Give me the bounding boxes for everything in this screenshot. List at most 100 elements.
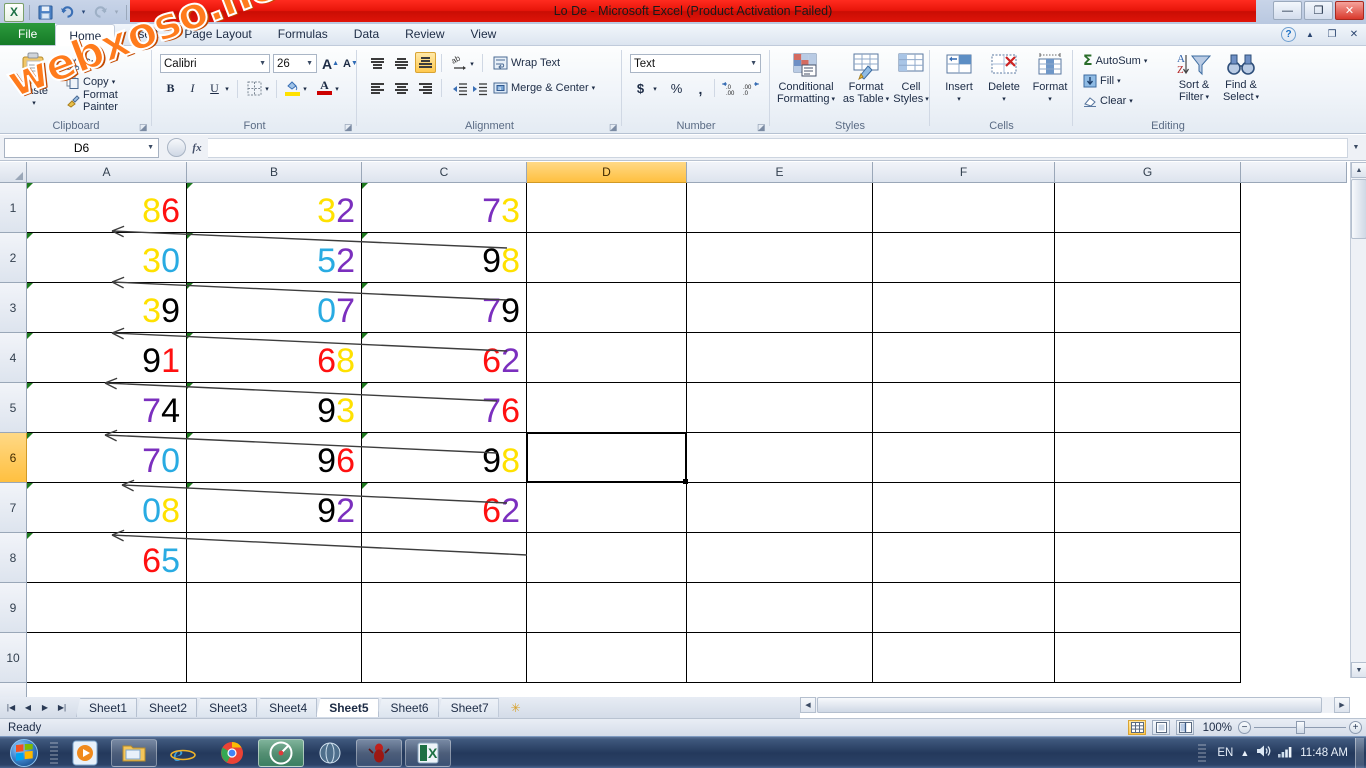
scroll-up-icon[interactable]: ▲ <box>1351 162 1366 178</box>
restore-button[interactable]: ❐ <box>1304 1 1333 20</box>
vertical-scroll-thumb[interactable] <box>1351 179 1366 239</box>
comma-style-button[interactable]: , <box>690 78 711 99</box>
cell-F5[interactable] <box>873 383 1055 433</box>
view-normal-button[interactable] <box>1128 720 1146 735</box>
tab-home[interactable]: Home <box>55 24 116 46</box>
sheet-tab-sheet4[interactable]: Sheet4 <box>256 698 318 717</box>
zoom-thumb[interactable] <box>1296 721 1305 734</box>
network-icon[interactable] <box>1278 745 1293 761</box>
cell-D6[interactable] <box>527 433 687 483</box>
show-hidden-icons-icon[interactable]: ▲ <box>1240 748 1249 758</box>
cell-G6[interactable] <box>1055 433 1241 483</box>
row-header-8[interactable]: 8 <box>0 533 27 583</box>
ant-app-icon[interactable] <box>356 738 402 767</box>
cell-E4[interactable] <box>687 333 873 383</box>
cell-F8[interactable] <box>873 533 1055 583</box>
row-header-5[interactable]: 5 <box>0 383 27 433</box>
column-header-e[interactable]: E <box>687 162 873 183</box>
align-right-button[interactable] <box>415 78 436 99</box>
cell-D5[interactable] <box>527 383 687 433</box>
cell-C6[interactable]: 98 <box>362 433 527 483</box>
vertical-scrollbar[interactable]: ▲ ▼ <box>1350 162 1366 678</box>
column-header-d[interactable]: D <box>527 162 687 183</box>
alignment-dialog-launcher[interactable]: ◪ <box>609 122 618 132</box>
save-icon[interactable] <box>35 2 55 22</box>
percent-button[interactable]: % <box>666 78 687 99</box>
bold-button[interactable]: B <box>160 78 181 99</box>
zoom-slider[interactable]: − + <box>1238 721 1362 734</box>
tab-view[interactable]: View <box>458 23 510 45</box>
delete-cells-button[interactable]: Delete ▾ <box>982 52 1026 105</box>
chevron-down-icon[interactable]: ▾ <box>886 94 890 106</box>
bottom-align-button[interactable] <box>415 52 436 73</box>
start-button[interactable] <box>2 738 46 768</box>
cell-E7[interactable] <box>687 483 873 533</box>
cell-B8[interactable] <box>187 533 362 583</box>
cell-E9[interactable] <box>687 583 873 633</box>
horizontal-scroll-thumb[interactable] <box>817 697 1322 713</box>
insert-sheet-icon[interactable]: ✳ <box>508 700 524 716</box>
sheet-tab-sheet5[interactable]: Sheet5 <box>316 698 379 717</box>
expand-formula-bar-icon[interactable]: ▼ <box>1349 139 1363 157</box>
cell-C4[interactable]: 62 <box>362 333 527 383</box>
chevron-down-icon[interactable]: ▾ <box>957 94 961 106</box>
cell-B5[interactable]: 93 <box>187 383 362 433</box>
tab-page-layout[interactable]: Page Layout <box>171 23 264 45</box>
cell-D2[interactable] <box>527 233 687 283</box>
media-player-icon[interactable] <box>62 739 108 767</box>
cell-C8[interactable] <box>362 533 527 583</box>
column-header-g[interactable]: G <box>1055 162 1241 183</box>
increase-decimal-button[interactable]: .0.00 <box>720 78 741 99</box>
cell-G1[interactable] <box>1055 183 1241 233</box>
cell-B2[interactable]: 52 <box>187 233 362 283</box>
tab-formulas[interactable]: Formulas <box>265 23 341 45</box>
clock[interactable]: 11:48 AM <box>1300 747 1348 759</box>
volume-icon[interactable] <box>1256 744 1271 761</box>
cell-C5[interactable]: 76 <box>362 383 527 433</box>
fill-button[interactable]: Fill ▾ <box>1083 72 1121 89</box>
redo-icon[interactable] <box>90 2 110 22</box>
tab-review[interactable]: Review <box>392 23 457 45</box>
cell-F2[interactable] <box>873 233 1055 283</box>
app-green-icon[interactable] <box>258 738 304 767</box>
chevron-down-icon[interactable]: ▾ <box>1256 92 1260 104</box>
wrap-text-button[interactable]: Wrap Text <box>493 54 560 71</box>
align-left-button[interactable] <box>367 78 388 99</box>
prev-sheet-icon[interactable]: ◀ <box>20 700 36 716</box>
cell-A1[interactable]: 86 <box>27 183 187 233</box>
chevron-down-icon[interactable]: ▾ <box>832 94 836 106</box>
redo-dropdown-icon[interactable]: ▾ <box>112 2 121 22</box>
excel-app-icon[interactable]: X <box>4 2 24 22</box>
align-center-button[interactable] <box>391 78 412 99</box>
close-button[interactable]: ✕ <box>1335 1 1364 20</box>
cell-E5[interactable] <box>687 383 873 433</box>
tab-insert[interactable]: Insert <box>115 23 171 45</box>
chevron-down-icon[interactable]: ▼ <box>259 60 266 67</box>
cell-B3[interactable]: 07 <box>187 283 362 333</box>
sheet-tab-sheet1[interactable]: Sheet1 <box>76 698 138 717</box>
formula-bar-toggle[interactable] <box>167 138 186 157</box>
cell-G4[interactable] <box>1055 333 1241 383</box>
cell-A5[interactable]: 74 <box>27 383 187 433</box>
column-header-c[interactable]: C <box>362 162 527 183</box>
row-header-6[interactable]: 6 <box>0 433 27 483</box>
top-align-button[interactable] <box>367 53 388 74</box>
merge-center-caret-icon[interactable]: ▾ <box>592 84 596 92</box>
cell-A3[interactable]: 39 <box>27 283 187 333</box>
cell-C9[interactable] <box>362 583 527 633</box>
cell-E3[interactable] <box>687 283 873 333</box>
cell-F3[interactable] <box>873 283 1055 333</box>
sheet-tab-sheet6[interactable]: Sheet6 <box>377 698 439 717</box>
number-dialog-launcher[interactable]: ◪ <box>757 122 766 132</box>
find-select-button[interactable]: Find & Select ▾ <box>1219 52 1263 103</box>
fill-color-dropdown-icon[interactable]: ▾ <box>300 78 310 99</box>
row-header-9[interactable]: 9 <box>0 583 27 633</box>
chevron-down-icon[interactable]: ▼ <box>750 60 757 67</box>
font-name-input[interactable]: Calibri ▼ <box>160 54 270 73</box>
cell-F9[interactable] <box>873 583 1055 633</box>
italic-button[interactable]: I <box>182 78 203 99</box>
name-box[interactable]: D6 ▼ <box>4 137 159 158</box>
select-all-corner[interactable] <box>0 162 27 183</box>
cell-A4[interactable]: 91 <box>27 333 187 383</box>
chevron-down-icon[interactable]: ▾ <box>1117 77 1121 85</box>
